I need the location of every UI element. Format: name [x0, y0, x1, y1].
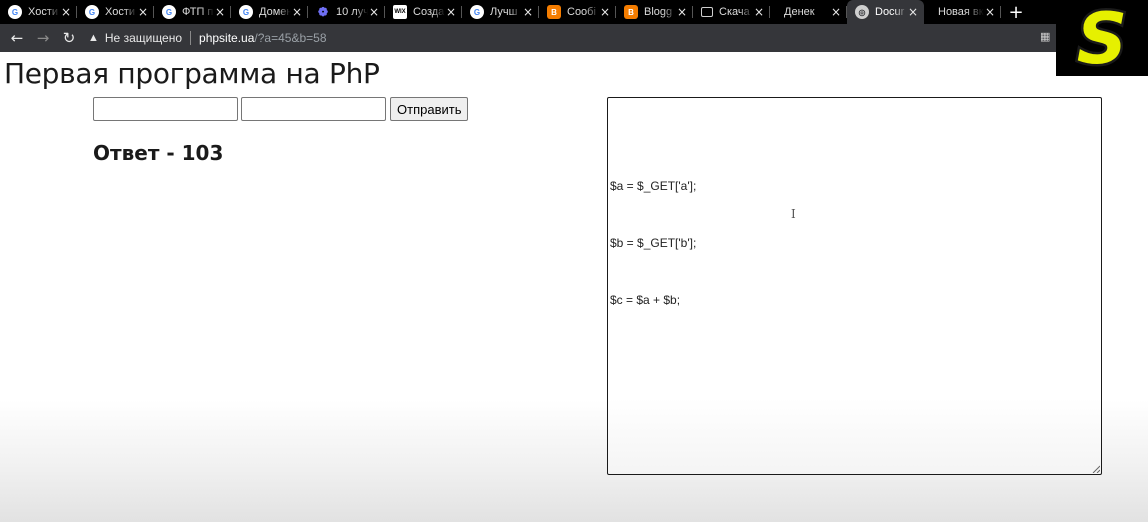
- close-icon[interactable]: ×: [291, 6, 303, 18]
- tab-title: Хости: [105, 6, 136, 18]
- browser-tab[interactable]: G ФТП п ×: [154, 0, 231, 24]
- tab-title: Сообі: [567, 6, 596, 18]
- close-icon[interactable]: ×: [445, 6, 457, 18]
- blogger-icon: B: [547, 5, 561, 19]
- answer-text: Ответ - 103: [93, 141, 224, 165]
- browser-tab[interactable]: Скача ×: [693, 0, 770, 24]
- submit-button[interactable]: Отправить: [390, 97, 469, 121]
- arrow-left-icon: ←: [10, 29, 24, 47]
- tab-title: Лучш: [490, 6, 518, 18]
- tab-title: Денек: [784, 6, 815, 18]
- warning-icon: ▲: [88, 32, 99, 44]
- close-icon[interactable]: ×: [522, 6, 534, 18]
- number-a-input[interactable]: [93, 97, 238, 121]
- close-icon[interactable]: ×: [214, 6, 226, 18]
- code-textarea[interactable]: $a = $_GET['a']; $b = $_GET['b']; $c = $…: [607, 97, 1102, 475]
- google-icon: G: [162, 5, 176, 19]
- close-icon[interactable]: ×: [368, 6, 380, 18]
- browser-tab[interactable]: ❁ 10 луч ×: [308, 0, 385, 24]
- s-logo-icon: S: [1074, 3, 1129, 73]
- browser-toolbar: ← → ↻ ▲ Не защищено phpsite.ua/?a=45&b=5…: [0, 24, 1148, 52]
- tab-title: Созда: [413, 6, 445, 18]
- google-icon: G: [239, 5, 253, 19]
- tab-title: Новая вкл: [938, 6, 984, 18]
- browser-tab[interactable]: G Домен ×: [231, 0, 308, 24]
- browser-tab[interactable]: Денек ×: [770, 0, 847, 24]
- browser-tab[interactable]: B Сообі ×: [539, 0, 616, 24]
- close-icon[interactable]: ×: [753, 6, 765, 18]
- tab-title: Скача: [719, 6, 750, 18]
- tab-title: Домен: [259, 6, 291, 18]
- code-line: $c = $a + $b;: [610, 293, 681, 307]
- channel-logo: S: [1056, 0, 1148, 76]
- tab-title: Хости: [28, 6, 59, 18]
- tab-title: Blogg: [644, 6, 673, 18]
- window-icon: [701, 7, 713, 17]
- google-icon: G: [85, 5, 99, 19]
- browser-tab[interactable]: ◎ Docur ×: [847, 0, 924, 24]
- tab-strip: G Хости × G Хости × G ФТП п × G Домен × ❁ 10 луч × WIX С…: [0, 0, 1148, 24]
- url-host: phpsite.ua: [199, 31, 255, 45]
- browser-tab[interactable]: G Хости ×: [0, 0, 77, 24]
- resize-grip-icon[interactable]: [1092, 465, 1100, 473]
- close-icon[interactable]: ×: [137, 6, 149, 18]
- back-button[interactable]: ←: [4, 25, 30, 51]
- logo-letter: S: [1077, 3, 1127, 73]
- forward-button[interactable]: →: [30, 25, 56, 51]
- browser-tab[interactable]: Новая вкл×: [924, 0, 1001, 24]
- browser-tab[interactable]: G Хости ×: [77, 0, 154, 24]
- number-b-input[interactable]: [241, 97, 386, 121]
- code-lines: $a = $_GET['a']; $b = $_GET['b']; $c = $…: [610, 139, 696, 348]
- google-icon: G: [470, 5, 484, 19]
- reload-icon: ↻: [62, 29, 76, 47]
- code-line: $a = $_GET['a'];: [610, 179, 697, 193]
- tab-title: ФТП п: [182, 6, 214, 18]
- text-cursor-icon: I: [791, 207, 796, 221]
- close-icon[interactable]: ×: [60, 6, 72, 18]
- blue-swirl-icon: ❁: [317, 5, 329, 19]
- tab-title: 10 луч: [336, 6, 368, 18]
- tab-title: Docur: [875, 6, 905, 18]
- new-tab-button[interactable]: +: [1001, 0, 1031, 24]
- close-icon[interactable]: ×: [599, 6, 611, 18]
- browser-tab[interactable]: G Лучш ×: [462, 0, 539, 24]
- security-label[interactable]: Не защищено: [105, 31, 182, 45]
- browser-tab[interactable]: B Blogg ×: [616, 0, 693, 24]
- close-icon[interactable]: ×: [907, 6, 919, 18]
- page-title: Первая программа на PhP: [4, 57, 380, 90]
- blogger-icon: B: [624, 5, 638, 19]
- close-icon[interactable]: ×: [830, 6, 842, 18]
- close-icon[interactable]: ×: [676, 6, 688, 18]
- close-icon[interactable]: ×: [984, 6, 996, 18]
- reload-button[interactable]: ↻: [56, 25, 82, 51]
- omnibox-divider: [190, 31, 192, 45]
- sum-form: Отправить: [93, 97, 469, 121]
- address-bar[interactable]: ▲ Не защищено phpsite.ua/?a=45&b=58: [88, 27, 1048, 49]
- wix-icon: WIX: [393, 5, 407, 19]
- url-path: /?a=45&b=58: [254, 31, 327, 45]
- translate-icon[interactable]: ▦: [1040, 30, 1050, 43]
- browser-tab[interactable]: WIX Созда ×: [385, 0, 462, 24]
- globe-icon: ◎: [855, 5, 869, 19]
- google-icon: G: [8, 5, 22, 19]
- code-line: $b = $_GET['b'];: [610, 236, 697, 250]
- arrow-right-icon: →: [36, 29, 50, 47]
